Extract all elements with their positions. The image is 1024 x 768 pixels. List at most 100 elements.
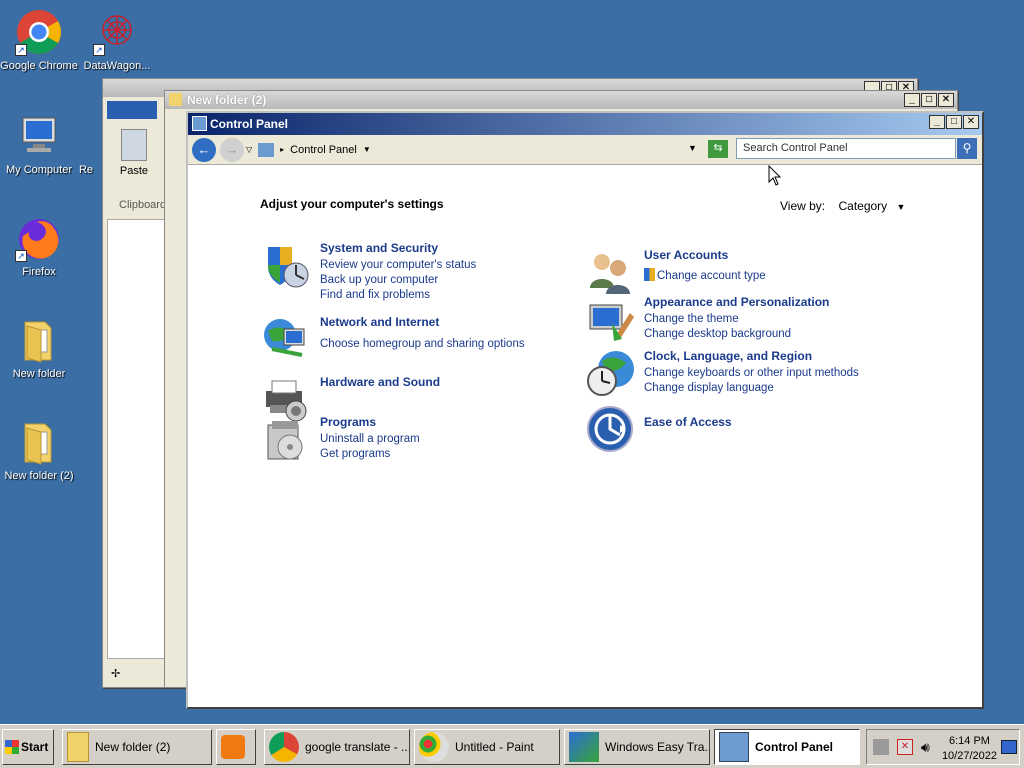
folder-icon [15,316,63,364]
shortcut-arrow-icon: ↗ [93,44,105,56]
desktop-icon-new-folder[interactable]: New folder [0,316,78,380]
taskbar-google-translate[interactable]: google translate - ... [264,729,410,765]
category-user-accounts: User Accounts Change account type [586,248,766,298]
start-button[interactable]: Start [2,729,54,765]
desktop-icon-label: New folder [12,368,66,380]
window-title: Control Panel [210,117,289,131]
clock[interactable]: 6:14 PM 10/27/2022 [942,734,997,764]
shield-icon [262,241,312,291]
page-title: Adjust your computer's settings [260,197,444,211]
clipboard-group-label: Clipboard [119,199,167,211]
desktop-icon-datawagon[interactable]: ↗ DataWagon... [78,8,156,72]
link-text[interactable]: Change account type [657,270,766,282]
recycle-bin-icon [76,112,96,160]
search-input[interactable]: Search Control Panel [736,138,956,159]
paint-icon [419,732,449,762]
uac-shield-icon [644,268,655,281]
close-button[interactable]: ✕ [963,115,979,129]
search-icon[interactable]: ⚲ [957,138,977,159]
category-title[interactable]: Appearance and Personalization [644,295,829,309]
desktop-icon-chrome[interactable]: ↗ Google Chrome [0,8,78,72]
users-icon [586,248,636,298]
desktop-icon-firefox[interactable]: ↗ Firefox [0,214,78,278]
link-change-theme[interactable]: Change the theme [644,312,829,327]
folder-small-icon [169,93,182,106]
recent-pages-dropdown-icon[interactable]: ▽ [246,145,252,154]
network-tray-icon[interactable] [873,739,889,755]
paint-canvas-area[interactable] [107,219,165,659]
volume-icon[interactable]: 🔊︎ [921,739,930,756]
address-text[interactable]: Control Panel [290,144,357,156]
view-by-control: View by: Category ▼ [780,199,905,213]
link-get-programs[interactable]: Get programs [320,447,420,462]
address-chevron-icon[interactable]: ▸ [280,145,284,154]
chrome-icon [269,732,299,762]
folder-titlebar[interactable]: New folder (2) _ □ ✕ [165,91,957,109]
paste-label: Paste [119,165,149,177]
taskbar: Start New folder (2) google translate - … [0,724,1024,768]
clipboard-icon [121,129,147,161]
taskbar-new-folder-2[interactable]: New folder (2) [62,729,212,765]
folder-icon [15,418,63,466]
taskbar-windows-easy-transfer[interactable]: Windows Easy Tra... [564,729,710,765]
task-label: Windows Easy Tra... [605,740,710,754]
show-desktop-icon[interactable] [1001,740,1017,754]
maximize-button[interactable]: □ [921,93,937,107]
taskbar-media-player[interactable] [216,729,256,765]
datawagon-icon: ↗ [93,8,141,56]
task-label: google translate - ... [305,740,410,754]
clock-globe-icon [586,349,636,399]
category-title[interactable]: Ease of Access [644,415,732,429]
control-panel-window[interactable]: Control Panel _ □ ✕ ← → ▽ ▸ Control Pane… [186,111,984,709]
task-label: Control Panel [755,740,834,754]
link-review-status[interactable]: Review your computer's status [320,258,476,273]
link-homegroup[interactable]: Choose homegroup and sharing options [320,337,525,352]
category-title[interactable]: Programs [320,415,420,429]
easy-transfer-icon [569,732,599,762]
firefox-icon: ↗ [15,214,63,262]
link-change-display-language[interactable]: Change display language [644,381,859,396]
taskbar-paint[interactable]: Untitled - Paint [414,729,560,765]
category-title[interactable]: Network and Internet [320,315,525,329]
mouse-cursor-icon [768,164,782,190]
back-button[interactable]: ← [192,137,216,162]
view-by-dropdown-icon[interactable]: ▼ [897,202,906,212]
desktop-icon-new-folder-2[interactable]: New folder (2) [0,418,78,482]
category-title[interactable]: Hardware and Sound [320,375,440,389]
link-uninstall[interactable]: Uninstall a program [320,432,420,447]
view-by-dropdown[interactable]: Category [838,199,887,213]
breadcrumb-dropdown-icon[interactable]: ▼ [363,145,371,154]
paint-ribbon-menu[interactable] [107,101,157,119]
forward-button[interactable]: → [220,137,244,162]
link-back-up[interactable]: Back up your computer [320,273,476,288]
category-title[interactable]: User Accounts [644,248,766,262]
folder-icon [67,732,89,762]
control-panel-titlebar[interactable]: Control Panel _ □ ✕ [188,113,982,135]
address-bar[interactable]: ▸ Control Panel ▼ [258,142,371,157]
address-dropdown-icon[interactable]: ▼ [688,143,697,153]
task-label: New folder (2) [95,740,171,754]
minimize-button[interactable]: _ [904,93,920,107]
link-change-account-type[interactable]: Change account type [644,268,766,284]
refresh-button[interactable]: ⇆ [708,140,728,158]
desktop-icon-label: DataWagon... [83,60,151,72]
control-panel-small-icon [192,116,207,131]
action-center-icon[interactable]: ✕ [897,739,913,755]
link-change-keyboards[interactable]: Change keyboards or other input methods [644,366,859,381]
category-ease-of-access: Ease of Access [586,405,732,455]
minimize-button[interactable]: _ [929,115,945,129]
desktop-icon-label: Google Chrome [0,60,78,72]
link-find-fix[interactable]: Find and fix problems [320,288,476,303]
paste-button[interactable]: Paste [111,129,157,177]
ease-of-access-icon [586,405,636,455]
folder-window-title: New folder (2) [187,93,267,107]
close-button[interactable]: ✕ [938,93,954,107]
taskbar-control-panel[interactable]: Control Panel [714,729,860,765]
maximize-button[interactable]: □ [946,115,962,129]
desktop-icon-recycle[interactable]: Re [66,112,106,176]
move-handle-icon: ✢ [111,668,121,680]
category-title[interactable]: Clock, Language, and Region [644,349,859,363]
link-change-background[interactable]: Change desktop background [644,327,829,342]
category-title[interactable]: System and Security [320,241,476,255]
category-clock-language-region: Clock, Language, and Region Change keybo… [586,349,859,399]
